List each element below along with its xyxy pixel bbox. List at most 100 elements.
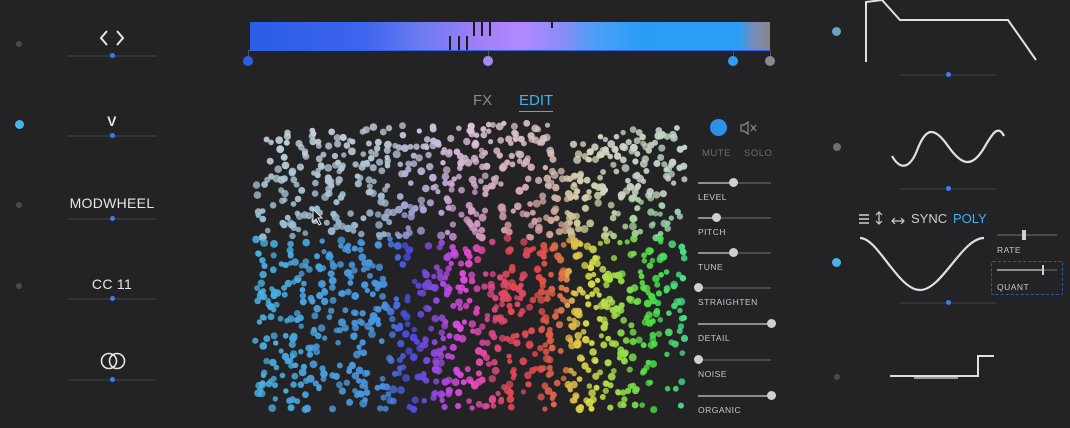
sound-point[interactable] [320, 151, 327, 158]
sound-point[interactable] [338, 318, 346, 327]
sound-point[interactable] [384, 157, 391, 164]
sound-point[interactable] [527, 234, 535, 241]
sound-point[interactable] [588, 405, 595, 412]
sound-point[interactable] [613, 305, 619, 311]
sound-point[interactable] [542, 164, 549, 171]
sound-point[interactable] [668, 240, 677, 249]
sound-point[interactable] [314, 253, 320, 260]
sound-point[interactable] [318, 280, 326, 288]
sound-point[interactable] [475, 370, 483, 377]
horizontal-arrows-icon[interactable] [891, 213, 905, 225]
sound-point[interactable] [480, 131, 488, 139]
sound-point[interactable] [343, 244, 350, 250]
sound-point[interactable] [354, 180, 362, 188]
sound-point[interactable] [413, 143, 420, 150]
sound-point[interactable] [346, 368, 353, 375]
sound-point[interactable] [604, 150, 610, 156]
sound-point[interactable] [408, 180, 414, 186]
sound-point[interactable] [401, 212, 408, 219]
sound-point[interactable] [472, 139, 479, 146]
sound-point[interactable] [391, 323, 397, 329]
sound-point[interactable] [468, 378, 474, 384]
sound-point[interactable] [423, 357, 430, 365]
sound-point[interactable] [328, 276, 337, 285]
sound-point[interactable] [620, 316, 627, 324]
sound-point[interactable] [520, 238, 528, 246]
sound-point[interactable] [411, 396, 419, 404]
sound-point[interactable] [622, 337, 630, 344]
mod-amount-track[interactable] [68, 133, 156, 138]
sound-point[interactable] [602, 380, 610, 387]
sound-point[interactable] [272, 174, 281, 183]
sound-point[interactable] [347, 273, 355, 280]
sound-point[interactable] [649, 360, 657, 368]
sound-point[interactable] [263, 335, 271, 343]
sound-point[interactable] [646, 188, 654, 196]
sound-point[interactable] [358, 253, 367, 262]
sound-point[interactable] [311, 312, 319, 320]
sound-point[interactable] [375, 263, 384, 271]
sound-point[interactable] [291, 372, 299, 380]
sound-point[interactable] [431, 273, 437, 280]
sound-point[interactable] [524, 371, 532, 380]
sound-point[interactable] [646, 262, 654, 269]
sound-point[interactable] [270, 240, 278, 248]
sound-point[interactable] [540, 242, 548, 250]
sound-point[interactable] [363, 389, 371, 396]
sound-point[interactable] [639, 160, 648, 168]
sound-point[interactable] [648, 222, 656, 229]
sound-point[interactable] [379, 280, 388, 288]
sound-point[interactable] [535, 223, 543, 232]
sound-point[interactable] [326, 314, 333, 320]
sound-point[interactable] [416, 128, 422, 134]
sound-point[interactable] [255, 250, 262, 257]
sound-point[interactable] [299, 287, 306, 293]
sound-point[interactable] [422, 184, 430, 193]
sound-point[interactable] [313, 343, 320, 350]
sound-point[interactable] [402, 330, 410, 338]
sound-point[interactable] [383, 383, 391, 391]
sound-point[interactable] [344, 288, 352, 296]
envelope-shape[interactable] [860, 0, 1040, 66]
sound-point[interactable] [297, 314, 304, 322]
sound-point[interactable] [421, 397, 427, 404]
sound-point[interactable] [533, 265, 542, 273]
sound-point[interactable] [613, 133, 620, 140]
sound-point[interactable] [599, 265, 607, 273]
sound-point[interactable] [358, 163, 366, 171]
sound-point[interactable] [558, 175, 567, 183]
sound-point[interactable] [489, 394, 497, 402]
sound-point[interactable] [335, 159, 341, 166]
sound-point[interactable] [353, 350, 361, 359]
sound-point[interactable] [664, 328, 673, 337]
sound-point[interactable] [567, 228, 574, 235]
sound-point[interactable] [648, 379, 654, 385]
sound-point[interactable] [275, 136, 284, 144]
sound-point[interactable] [482, 149, 489, 156]
sound-point[interactable] [264, 176, 271, 183]
sound-point[interactable] [351, 292, 360, 300]
sound-point[interactable] [379, 293, 386, 300]
sound-point[interactable] [606, 295, 614, 303]
mod-select-dot[interactable] [832, 258, 841, 267]
sound-point[interactable] [320, 370, 328, 378]
sound-point[interactable] [542, 348, 550, 355]
sound-point[interactable] [672, 385, 679, 392]
sound-point[interactable] [282, 332, 289, 339]
sound-point[interactable] [505, 295, 512, 302]
sound-point[interactable] [445, 387, 453, 395]
sound-point[interactable] [640, 178, 647, 184]
sound-point[interactable] [426, 163, 434, 171]
sound-point[interactable] [478, 226, 486, 234]
sound-point[interactable] [640, 367, 648, 375]
sound-point[interactable] [537, 393, 545, 401]
sound-point[interactable] [668, 215, 674, 221]
sound-point[interactable] [267, 378, 274, 385]
sound-point[interactable] [380, 394, 387, 401]
sound-point[interactable] [596, 150, 604, 158]
sound-point[interactable] [658, 272, 664, 278]
sound-point[interactable] [640, 342, 647, 349]
sound-point[interactable] [291, 279, 297, 285]
sound-point[interactable] [462, 302, 470, 310]
sound-point[interactable] [395, 144, 403, 151]
